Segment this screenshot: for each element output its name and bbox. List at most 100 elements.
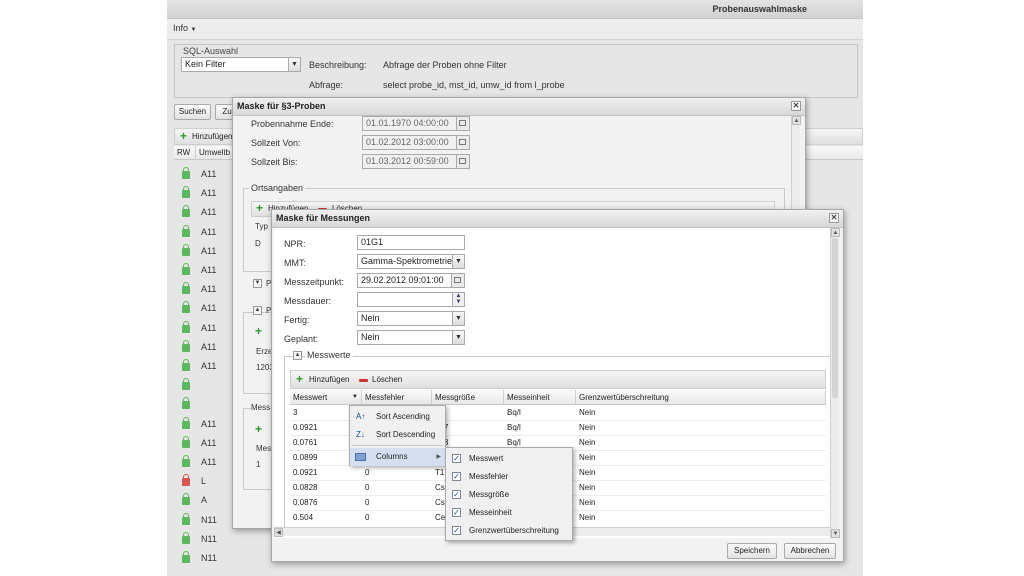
chevron-down-icon: ▼	[190, 27, 197, 33]
lock-open-icon	[182, 320, 190, 333]
scroll-thumb[interactable]	[832, 238, 838, 398]
submenu-item-column[interactable]: ✓ Messgröße	[446, 486, 572, 504]
npr-label: NPR:	[284, 239, 306, 249]
cell-grenz: Nein	[579, 408, 596, 417]
row-umweltbereich: A11	[201, 341, 217, 352]
chevron-down-icon[interactable]: ▼	[452, 312, 464, 325]
cell-messgroesse: Ce	[435, 513, 446, 522]
save-button[interactable]: Speichern	[727, 543, 777, 559]
add-button[interactable]: Hinzufügen	[192, 132, 232, 141]
cell-messwert: 0.0828	[293, 483, 318, 492]
column-header-messeinheit[interactable]: Messeinheit	[504, 390, 576, 405]
lock-open-icon	[182, 493, 190, 506]
row-umweltbereich: A11	[201, 245, 217, 256]
collapse-icon[interactable]: ▲	[293, 351, 302, 360]
column-header-messfehler[interactable]: Messfehler	[362, 390, 432, 405]
probennahme-ende-label: Probennahme Ende:	[251, 119, 334, 129]
plus-icon[interactable]: +	[255, 422, 262, 436]
fertig-select[interactable]: Nein ▼	[357, 311, 465, 326]
menu-item-columns[interactable]: Columns ▶	[350, 448, 445, 466]
row-umweltbereich: A11	[201, 303, 217, 314]
cell-messwert: 0.0921	[293, 423, 318, 432]
row-umweltbereich: L	[201, 476, 207, 487]
chevron-down-icon[interactable]: ▼	[452, 331, 464, 344]
calendar-icon[interactable]	[456, 155, 469, 168]
messungen-window-title-bar[interactable]: Maske für Messungen ✕	[272, 210, 843, 228]
scroll-down-icon[interactable]: ▼	[831, 529, 840, 538]
chevron-down-icon[interactable]: ▼	[452, 255, 464, 268]
collapse-icon[interactable]: ▲	[253, 306, 262, 315]
probennahme-ende-field[interactable]: 01.01.1970 04:00:00	[362, 116, 470, 131]
close-icon[interactable]: ✕	[829, 213, 839, 223]
messwerte-toolbar: + Hinzufügen Löschen	[290, 370, 826, 389]
geplant-select[interactable]: Nein ▼	[357, 330, 465, 345]
erzeuger-column[interactable]: Erze	[256, 347, 272, 356]
search-button[interactable]: Suchen	[174, 104, 211, 120]
submenu-item-column[interactable]: ✓ Grenzwertüberschreitung	[446, 522, 572, 540]
column-header-rw[interactable]: RW	[174, 146, 196, 159]
cell-messwert: 0.0899	[293, 453, 318, 462]
messdauer-field[interactable]: ▲ ▼	[357, 292, 465, 307]
cell-grenz: Nein	[579, 513, 596, 522]
cell-messgroesse: Cs	[435, 498, 445, 507]
menu-item-sort-descending[interactable]: Z↓ Sort Descending	[350, 426, 445, 444]
checkbox-icon[interactable]: ✓	[452, 472, 461, 481]
app-title: Probenauswahlmaske	[712, 4, 807, 14]
messwerte-add-button[interactable]: Hinzufügen	[309, 375, 349, 384]
column-header-messgroesse[interactable]: Messgröße	[432, 390, 504, 405]
query-value: select probe_id, mst_id, umw_id from l_p…	[383, 80, 565, 90]
column-header-grenzwert[interactable]: Grenzwertüberschreitung	[576, 390, 826, 405]
calendar-icon[interactable]	[456, 117, 469, 130]
plus-icon: +	[180, 129, 188, 143]
messzeitpunkt-field[interactable]: 29.02.2012 09:01:00	[357, 273, 465, 288]
submenu-item-column[interactable]: ✓ Messwert	[446, 450, 572, 468]
scroll-left-icon[interactable]: ◀	[274, 528, 283, 537]
column-header-messwert[interactable]: Messwert ▼	[290, 390, 362, 405]
cell-grenz: Nein	[579, 423, 596, 432]
lock-open-icon	[182, 263, 190, 275]
sollzeit-bis-field[interactable]: 01.03.2012 00:59:00	[362, 154, 470, 169]
row-umweltbereich: N11	[201, 533, 217, 544]
description-label: Beschreibung:	[309, 60, 367, 70]
lock-open-icon	[182, 551, 190, 563]
submenu-item-column[interactable]: ✓ Messfehler	[446, 468, 572, 486]
npr-field[interactable]: 01G1	[357, 235, 465, 250]
query-label: Abfrage:	[309, 80, 344, 90]
checkbox-icon[interactable]: ✓	[452, 490, 461, 499]
row-umweltbereich: A11	[201, 437, 217, 448]
chevron-down-icon[interactable]: ▼	[352, 390, 358, 405]
cell-messfehler: 0	[365, 498, 370, 507]
sollzeit-von-field[interactable]: 01.02.2012 03:00:00	[362, 135, 470, 150]
lock-open-icon	[182, 205, 190, 218]
app-title-bar: Probenauswahlmaske	[167, 0, 863, 19]
chevron-down-icon[interactable]: ▼	[288, 58, 300, 71]
calendar-icon[interactable]	[451, 274, 464, 287]
sort-descending-icon: Z↓	[356, 430, 365, 439]
calendar-icon[interactable]	[456, 136, 469, 149]
row-umweltbereich: A11	[201, 322, 217, 333]
columns-icon	[355, 453, 366, 461]
checkbox-icon[interactable]: ✓	[452, 508, 461, 517]
spinner-icon[interactable]: ▲ ▼	[452, 293, 464, 306]
cell-messfehler: 0	[365, 513, 370, 522]
scroll-up-icon[interactable]: ▲	[831, 228, 840, 237]
sollzeit-bis-label: Sollzeit Bis:	[251, 157, 298, 167]
probe-window-title-bar[interactable]: Maske für §3-Proben ✕	[233, 98, 805, 116]
filter-select[interactable]: Kein Filter ▼	[181, 57, 301, 72]
menu-info[interactable]: Info ▼	[173, 23, 196, 33]
messzeitpunkt-label: Messzeitpunkt:	[284, 277, 345, 287]
scroll-up-icon[interactable]: ▲	[792, 116, 801, 125]
cancel-button[interactable]: Abbrechen	[784, 543, 836, 559]
messungen-window-scrollbar[interactable]: ▲ ▼	[830, 228, 840, 538]
checkbox-icon[interactable]: ✓	[452, 526, 461, 535]
ortsangaben-column-typ[interactable]: Typ	[255, 222, 268, 231]
messwerte-delete-button[interactable]: Löschen	[372, 375, 402, 384]
checkbox-icon[interactable]: ✓	[452, 454, 461, 463]
submenu-item-column[interactable]: ✓ Messeinheit	[446, 504, 572, 522]
menu-item-sort-ascending[interactable]: A↑ Sort Ascending	[350, 408, 445, 426]
cell-messwert: 3	[293, 408, 298, 417]
mmt-select[interactable]: Gamma-Spektrometrie ▼	[357, 254, 465, 269]
collapse-icon[interactable]: ▼	[253, 279, 262, 288]
close-icon[interactable]: ✕	[791, 101, 801, 111]
plus-icon[interactable]: +	[255, 324, 262, 338]
